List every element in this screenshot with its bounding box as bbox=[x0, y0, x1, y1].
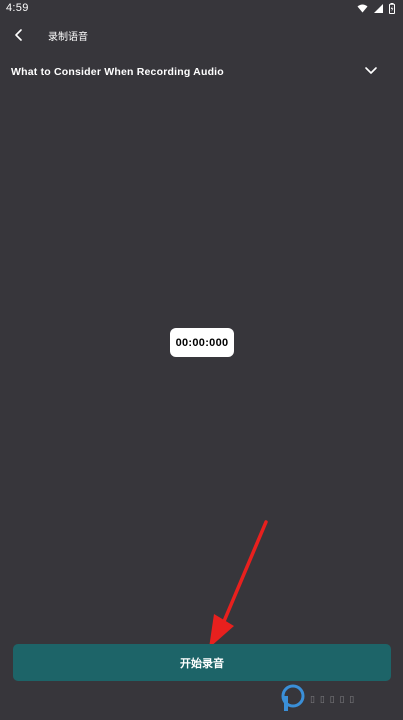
back-button[interactable] bbox=[8, 24, 30, 46]
start-recording-button[interactable]: 开始录音 bbox=[13, 644, 391, 681]
wifi-icon bbox=[357, 4, 368, 16]
consider-section-label: What to Consider When Recording Audio bbox=[11, 66, 224, 78]
app-bar: 录制语音 bbox=[0, 20, 403, 52]
annotation-arrow-icon bbox=[209, 520, 268, 648]
page-title: 录制语音 bbox=[48, 32, 88, 43]
status-time: 4:59 bbox=[6, 2, 29, 14]
status-bar: 4:59 bbox=[0, 0, 403, 18]
chevron-left-icon bbox=[14, 26, 24, 45]
signal-icon bbox=[374, 4, 383, 16]
watermark-logo-icon bbox=[280, 684, 306, 716]
timer-display: 00:00:000 bbox=[170, 328, 234, 357]
battery-icon bbox=[389, 3, 395, 17]
chevron-down-icon bbox=[363, 63, 379, 77]
watermark: ▯ ▯ ▯ ▯ ▯ bbox=[280, 684, 400, 716]
consider-section-toggle[interactable]: What to Consider When Recording Audio bbox=[0, 58, 403, 86]
status-icons bbox=[357, 3, 395, 17]
watermark-text: ▯ ▯ ▯ ▯ ▯ bbox=[310, 695, 356, 705]
screen: 4:59 录制语音 What to Consider When Recordin… bbox=[0, 0, 403, 720]
